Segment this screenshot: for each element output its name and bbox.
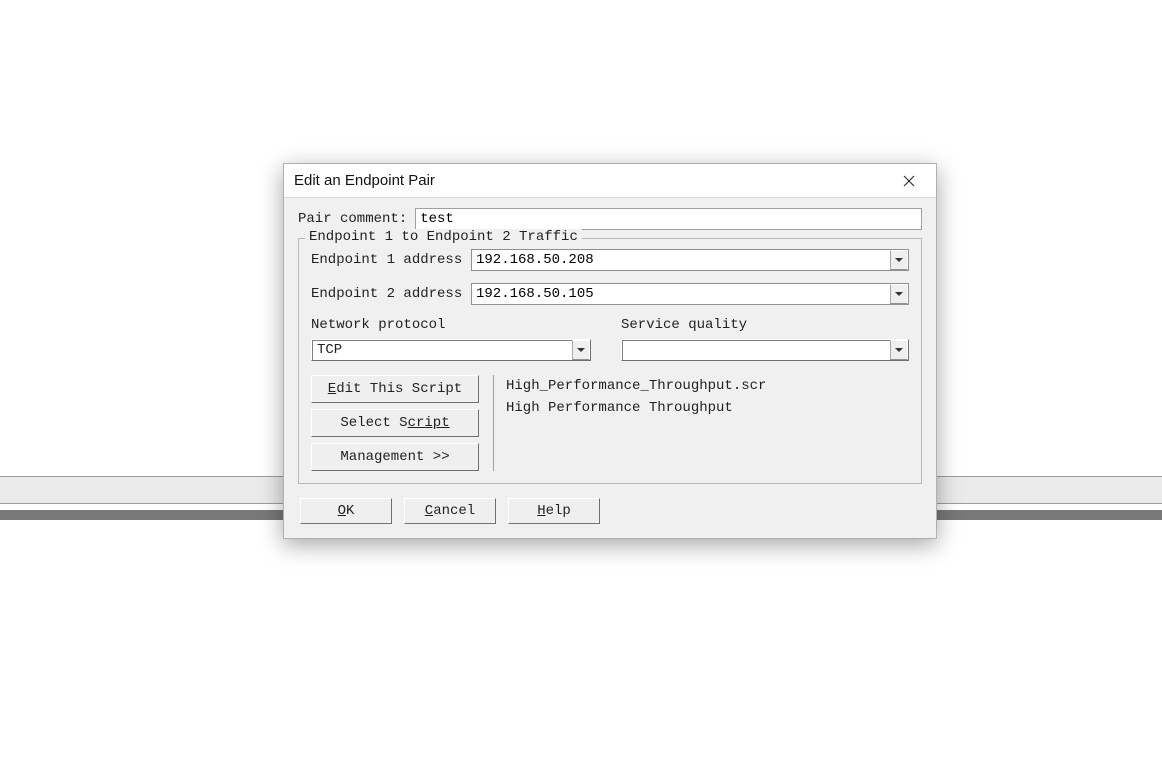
service-quality-select[interactable] [621, 339, 909, 361]
network-protocol-value: TCP [312, 340, 572, 360]
service-quality-dropdown-button[interactable] [890, 340, 908, 360]
endpoint1-dropdown-button[interactable] [890, 250, 908, 270]
close-button[interactable] [890, 167, 928, 195]
pair-comment-label: Pair comment: [298, 211, 407, 227]
dialog-buttons-row: OK Cancel Help [298, 498, 922, 524]
edit-endpoint-pair-dialog: Edit an Endpoint Pair Pair comment: Endp… [283, 163, 937, 539]
network-protocol-dropdown-button[interactable] [572, 340, 590, 360]
endpoint2-combo[interactable] [471, 283, 909, 305]
endpoint2-row: Endpoint 2 address [311, 283, 909, 305]
endpoint1-combo[interactable] [471, 249, 909, 271]
management-button[interactable]: Management >> [311, 443, 479, 471]
edit-this-script-button[interactable]: Edit This Script [311, 375, 479, 403]
help-button[interactable]: Help [508, 498, 600, 524]
pair-comment-input[interactable] [415, 208, 922, 230]
pair-comment-row: Pair comment: [298, 208, 922, 230]
close-icon [903, 175, 915, 187]
script-description: High Performance Throughput [506, 397, 766, 419]
script-buttons-col: Edit This Script Select Script Managemen… [311, 375, 479, 471]
endpoint2-label: Endpoint 2 address [311, 286, 471, 302]
endpoint2-address-input[interactable] [472, 284, 890, 304]
script-row: Edit This Script Select Script Managemen… [311, 375, 909, 471]
dialog-title: Edit an Endpoint Pair [294, 172, 435, 189]
select-script-button[interactable]: Select Script [311, 409, 479, 437]
service-quality-value [622, 340, 890, 360]
fieldset-legend: Endpoint 1 to Endpoint 2 Traffic [305, 229, 582, 245]
script-file-name: High_Performance_Throughput.scr [506, 375, 766, 397]
endpoint1-row: Endpoint 1 address [311, 249, 909, 271]
network-protocol-label: Network protocol [311, 317, 591, 333]
script-info: High_Performance_Throughput.scr High Per… [493, 375, 766, 471]
dialog-content: Pair comment: Endpoint 1 to Endpoint 2 T… [284, 198, 936, 538]
endpoint1-label: Endpoint 1 address [311, 252, 471, 268]
protocol-quality-row: Network protocol TCP Service quality [311, 317, 909, 361]
cancel-button[interactable]: Cancel [404, 498, 496, 524]
ok-button[interactable]: OK [300, 498, 392, 524]
endpoint2-dropdown-button[interactable] [890, 284, 908, 304]
endpoint1-address-input[interactable] [472, 250, 890, 270]
service-quality-col: Service quality [621, 317, 909, 361]
titlebar: Edit an Endpoint Pair [284, 164, 936, 198]
network-protocol-col: Network protocol TCP [311, 317, 591, 361]
service-quality-label: Service quality [621, 317, 909, 333]
traffic-fieldset: Endpoint 1 to Endpoint 2 Traffic Endpoin… [298, 238, 922, 484]
network-protocol-select[interactable]: TCP [311, 339, 591, 361]
